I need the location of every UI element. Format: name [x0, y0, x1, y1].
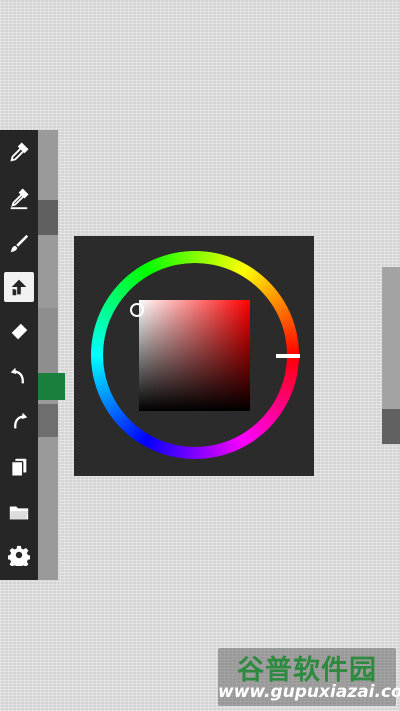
brush-icon	[10, 234, 29, 253]
eraser-icon	[11, 323, 28, 340]
active-tool-highlight	[4, 272, 34, 302]
eyedropper-tool-button[interactable]	[0, 135, 38, 169]
watermark-url: www.gupuxiazai.com	[218, 682, 400, 702]
eyedropper-edit-tool-button[interactable]	[0, 182, 38, 216]
tool-sidebar	[0, 130, 38, 580]
opacity-thumb[interactable]	[38, 404, 58, 437]
eyedropper-icon	[10, 142, 29, 162]
settings-gear-icon	[8, 545, 30, 566]
brush-size-thumb[interactable]	[38, 200, 58, 235]
opacity-track	[38, 308, 58, 373]
eraser-tool-button[interactable]	[0, 315, 38, 349]
open-folder-button[interactable]	[0, 495, 38, 529]
redo-button[interactable]	[0, 404, 38, 438]
hue-marker[interactable]	[276, 354, 300, 358]
fill-tool-button[interactable]	[0, 270, 38, 304]
folder-icon	[9, 506, 29, 520]
undo-button[interactable]	[0, 359, 38, 393]
watermark-logo: 谷普软件园 www.gupuxiazai.com	[218, 648, 400, 706]
color-picker-panel	[74, 236, 314, 476]
undo-icon	[10, 367, 24, 384]
brush-tool-button[interactable]	[0, 227, 38, 261]
current-color-swatch[interactable]	[38, 373, 65, 400]
right-panel-handle[interactable]	[382, 267, 400, 444]
eyedropper-edit-icon	[10, 188, 29, 210]
layers-icon	[10, 458, 27, 477]
layers-button[interactable]	[0, 450, 38, 484]
redo-icon	[14, 412, 28, 429]
saturation-value-square[interactable]	[139, 300, 250, 411]
right-panel-thumb[interactable]	[382, 409, 400, 444]
settings-button[interactable]	[0, 538, 38, 572]
brush-size-slider[interactable]	[38, 130, 58, 580]
saturation-value-marker[interactable]	[130, 303, 144, 317]
fill-icon	[11, 279, 27, 296]
